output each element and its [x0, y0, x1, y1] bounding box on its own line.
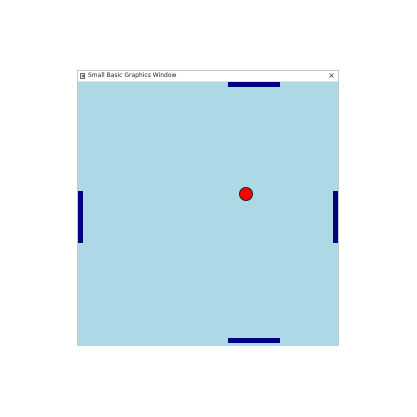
paddle-right	[333, 191, 338, 243]
close-button[interactable]: ×	[327, 71, 336, 81]
app-icon	[80, 73, 85, 79]
paddle-bottom	[228, 338, 280, 343]
graphics-canvas[interactable]	[78, 82, 338, 346]
paddle-top	[228, 82, 280, 87]
graphics-window: Small Basic Graphics Window ×	[77, 70, 339, 346]
ball	[239, 187, 253, 201]
title-bar[interactable]: Small Basic Graphics Window ×	[78, 71, 338, 82]
window-title: Small Basic Graphics Window	[88, 72, 177, 79]
paddle-left	[78, 191, 83, 243]
